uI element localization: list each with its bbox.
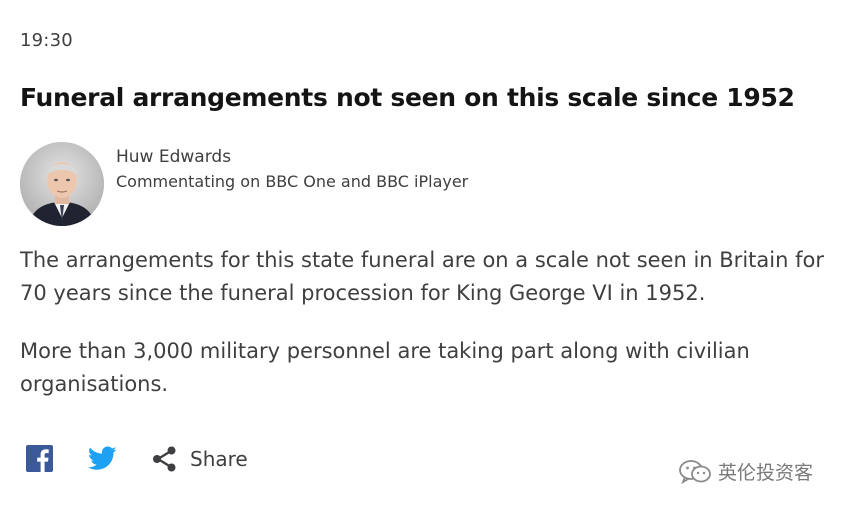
share-label: Share [190,447,248,471]
facebook-icon[interactable] [26,445,53,472]
post-time: 19:30 [20,30,73,51]
author-role: Commentating on BBC One and BBC iPlayer [116,172,469,191]
share-button[interactable]: Share [152,442,248,476]
share-icon [153,446,176,472]
author-avatar [20,142,104,226]
watermark: 英伦投资客 [678,458,813,485]
wechat-icon [679,459,711,484]
author-photo [20,142,104,226]
post-paragraph: The arrangements for this state funeral … [20,248,824,305]
post-paragraph: More than 3,000 military personnel are t… [20,339,750,396]
author-name: Huw Edwards [116,147,232,167]
watermark-text: 英伦投资客 [718,462,814,484]
twitter-icon[interactable] [88,446,117,471]
post-headline: Funeral arrangements not seen on this sc… [20,83,795,112]
